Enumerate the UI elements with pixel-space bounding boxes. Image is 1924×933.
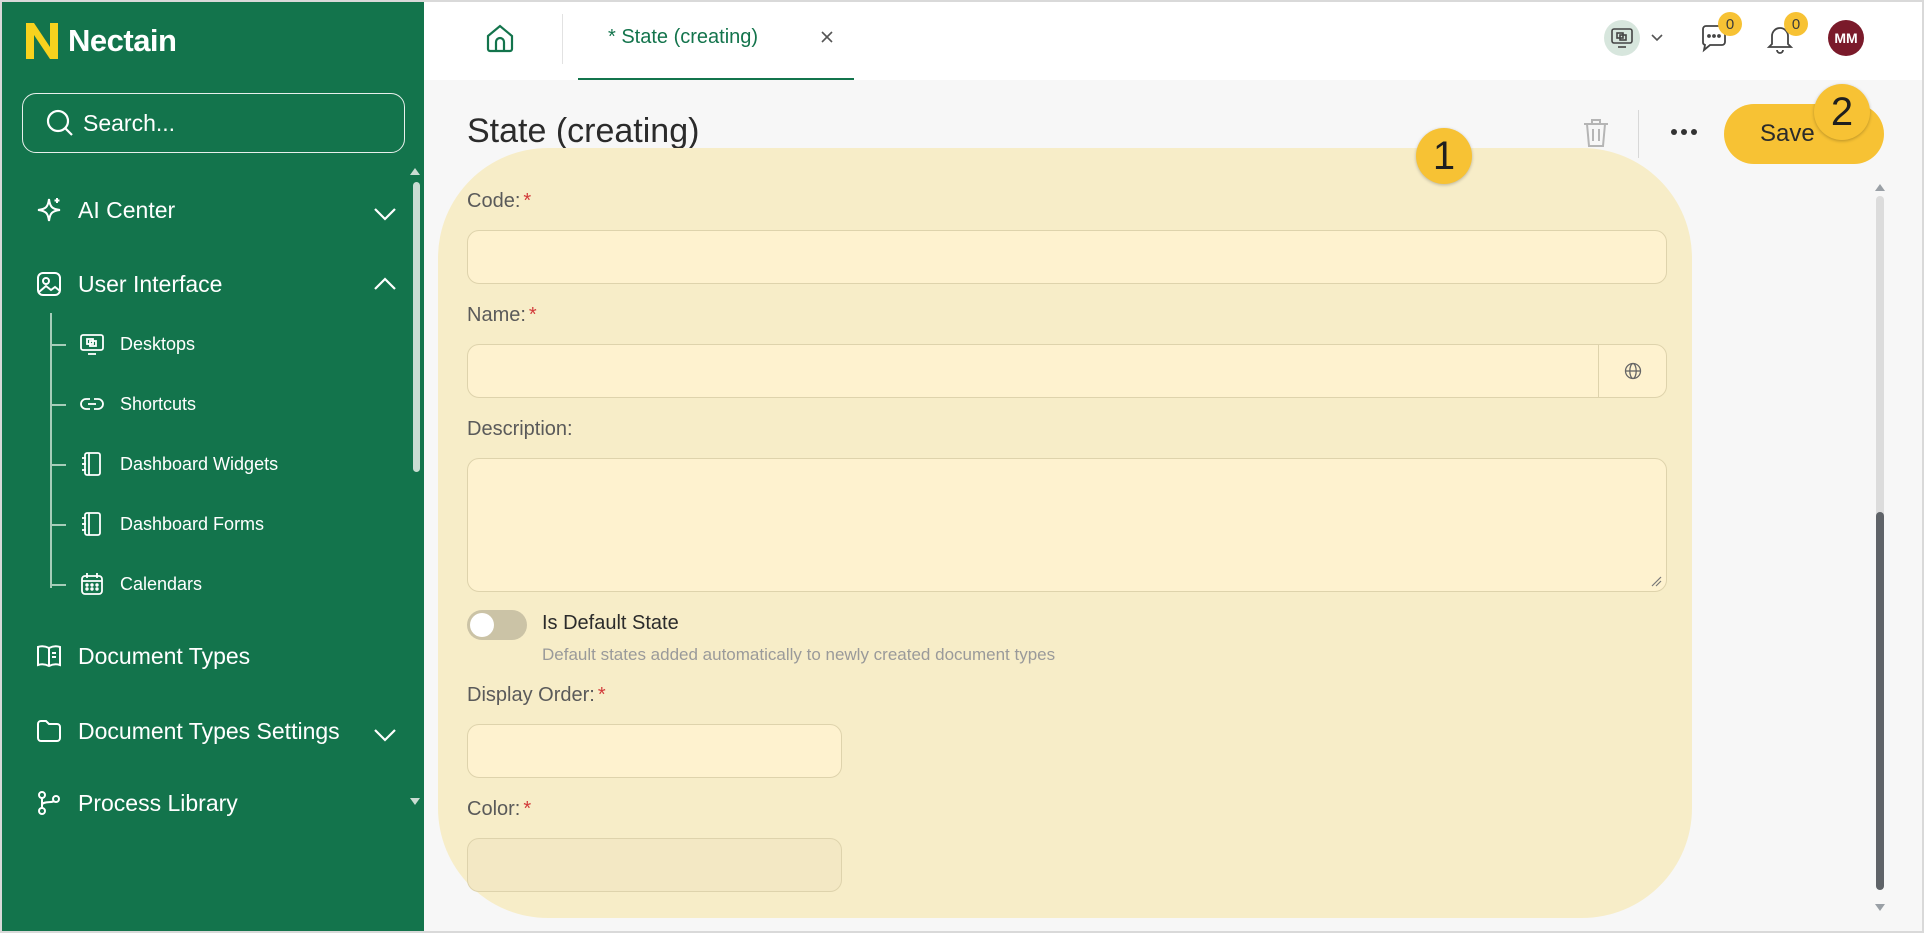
process-icon bbox=[34, 788, 64, 818]
sidebar-item-desktops[interactable]: Desktops bbox=[2, 324, 412, 364]
search-box[interactable] bbox=[22, 93, 405, 153]
globe-icon bbox=[1624, 362, 1641, 380]
display-order-field[interactable] bbox=[467, 724, 842, 778]
step-marker-2: 2 bbox=[1814, 84, 1870, 140]
color-picker-field[interactable] bbox=[467, 838, 842, 892]
sidebar-item-label: Process Library bbox=[78, 789, 238, 816]
sidebar-item-calendars[interactable]: Calendars bbox=[2, 564, 412, 604]
chat-count-badge: 0 bbox=[1718, 12, 1742, 36]
translations-button[interactable] bbox=[1598, 345, 1666, 397]
notebook-icon bbox=[78, 450, 106, 478]
sidebar-scrollbar[interactable] bbox=[413, 182, 420, 472]
more-options-icon[interactable] bbox=[1664, 122, 1704, 142]
sidebar-item-dashboard-forms[interactable]: Dashboard Forms bbox=[2, 504, 412, 544]
trash-icon[interactable] bbox=[1580, 116, 1612, 150]
sidebar-item-document-types[interactable]: Document Types bbox=[2, 631, 412, 681]
tab-state-creating[interactable]: * State (creating) bbox=[578, 2, 854, 80]
sidebar-item-label: AI Center bbox=[78, 196, 176, 223]
nectain-logo-icon bbox=[26, 23, 58, 59]
default-state-toggle[interactable] bbox=[467, 610, 527, 640]
notification-count-badge: 0 bbox=[1784, 12, 1808, 36]
app-window: Nectain AI Center bbox=[0, 0, 1924, 933]
sidebar-item-label: Dashboard Forms bbox=[120, 513, 265, 534]
book-icon bbox=[34, 641, 64, 671]
sidebar-item-process-library[interactable]: Process Library bbox=[2, 778, 412, 828]
display-order-label: Display Order: * bbox=[467, 684, 606, 707]
name-label: Name: * bbox=[467, 304, 537, 327]
action-separator bbox=[1638, 110, 1639, 158]
color-label-text: Color: bbox=[467, 798, 521, 820]
color-label: Color: * bbox=[467, 798, 531, 821]
search-icon bbox=[46, 109, 73, 136]
close-icon[interactable] bbox=[818, 28, 836, 46]
sidebar-item-label: Desktops bbox=[120, 333, 196, 354]
name-field[interactable] bbox=[467, 344, 1667, 398]
desktops-icon bbox=[1611, 28, 1633, 48]
code-field[interactable] bbox=[467, 230, 1667, 284]
required-mark: * bbox=[523, 798, 532, 820]
scroll-up-arrow[interactable] bbox=[410, 168, 420, 175]
sidebar-item-label: User Interface bbox=[78, 270, 223, 297]
workspace-switcher-button[interactable] bbox=[1604, 20, 1640, 56]
default-state-help-text: Default states added automatically to ne… bbox=[542, 645, 1056, 664]
search-input[interactable] bbox=[83, 109, 383, 137]
default-state-label: Is Default State bbox=[542, 612, 679, 634]
resize-handle-icon[interactable] bbox=[1650, 575, 1662, 587]
main-content: State (creating) Save 2 1 Code: * Name: * bbox=[424, 80, 1922, 931]
home-icon[interactable] bbox=[484, 22, 516, 54]
scroll-down-arrow[interactable] bbox=[410, 798, 420, 805]
chevron-up-icon[interactable] bbox=[372, 271, 398, 297]
tab-separator bbox=[562, 14, 563, 64]
display-order-label-text: Display Order: bbox=[467, 684, 595, 706]
sidebar-item-shortcuts[interactable]: Shortcuts bbox=[2, 384, 412, 424]
folder-icon bbox=[34, 716, 64, 746]
app-name: Nectain bbox=[68, 23, 177, 58]
save-button-label: Save bbox=[1760, 120, 1815, 147]
required-mark: * bbox=[528, 304, 537, 326]
calendar-icon bbox=[78, 570, 106, 598]
sidebar-item-ai-center[interactable]: AI Center bbox=[2, 185, 412, 235]
app-logo[interactable]: Nectain bbox=[24, 20, 177, 62]
sidebar-item-label: Dashboard Widgets bbox=[120, 453, 279, 474]
sidebar-item-user-interface[interactable]: User Interface bbox=[2, 259, 412, 309]
page-title: State (creating) bbox=[467, 112, 700, 150]
toggle-knob bbox=[470, 613, 494, 637]
required-mark: * bbox=[523, 190, 532, 212]
image-icon bbox=[34, 269, 64, 299]
sidebar-item-label: Calendars bbox=[120, 573, 203, 594]
step-marker-1: 1 bbox=[1416, 128, 1472, 184]
description-label: Description: bbox=[467, 418, 573, 440]
chevron-down-icon[interactable] bbox=[372, 721, 398, 747]
chevron-down-icon[interactable] bbox=[372, 200, 398, 226]
scroll-down-arrow[interactable] bbox=[1875, 904, 1885, 911]
code-label-text: Code: bbox=[467, 190, 521, 212]
name-label-text: Name: bbox=[467, 304, 526, 326]
avatar[interactable]: MM bbox=[1828, 20, 1864, 56]
tab-label: * State (creating) bbox=[608, 26, 759, 48]
sidebar: Nectain AI Center bbox=[2, 2, 424, 931]
sidebar-item-label: Document Types Settings bbox=[78, 717, 340, 744]
main-scrollbar-thumb[interactable] bbox=[1876, 512, 1884, 890]
top-bar: * State (creating) 0 0 MM bbox=[424, 2, 1922, 80]
sidebar-item-document-types-settings[interactable]: Document Types Settings bbox=[2, 706, 412, 756]
required-mark: * bbox=[597, 684, 606, 706]
sidebar-item-label: Document Types bbox=[78, 642, 251, 669]
desktops-icon bbox=[78, 330, 106, 358]
sparkles-icon bbox=[34, 195, 64, 225]
code-label: Code: * bbox=[467, 190, 531, 213]
description-textarea[interactable] bbox=[467, 458, 1667, 592]
scroll-up-arrow[interactable] bbox=[1875, 184, 1885, 191]
link-icon bbox=[78, 390, 106, 418]
notebook-icon bbox=[78, 510, 106, 538]
chevron-down-icon[interactable] bbox=[1650, 30, 1664, 44]
sidebar-item-label: Shortcuts bbox=[120, 393, 197, 414]
sidebar-item-dashboard-widgets[interactable]: Dashboard Widgets bbox=[2, 444, 412, 484]
